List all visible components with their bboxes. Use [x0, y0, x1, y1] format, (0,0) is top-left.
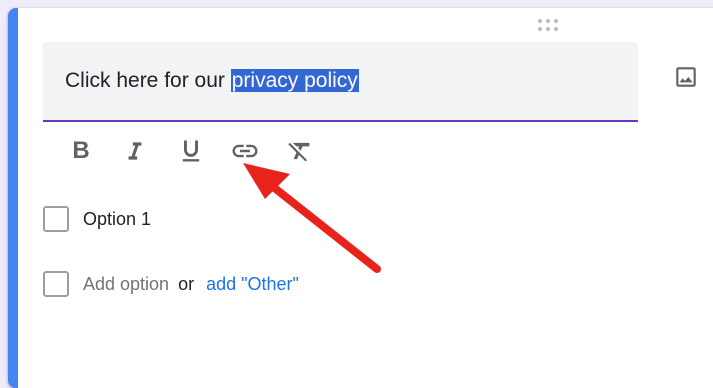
clear-formatting-button[interactable]: [282, 133, 318, 169]
bold-icon: B: [72, 137, 90, 164]
question-text-plain: Click here for our: [65, 69, 231, 92]
option-label[interactable]: Option 1: [83, 209, 151, 230]
add-image-button[interactable]: [671, 62, 701, 92]
add-option-checkbox: [43, 271, 69, 297]
underline-icon: [182, 140, 200, 162]
underline-button[interactable]: [173, 133, 209, 169]
question-text[interactable]: Click here for our privacy policy: [65, 67, 359, 95]
image-icon: [676, 67, 696, 87]
question-card[interactable]: Click here for our privacy policy B Opti…: [8, 8, 713, 388]
drag-handle-icon[interactable]: [537, 18, 559, 32]
link-icon: [232, 144, 258, 158]
insert-link-button[interactable]: [227, 133, 263, 169]
italic-button[interactable]: [117, 133, 153, 169]
italic-icon: [128, 142, 142, 160]
bold-button[interactable]: B: [63, 133, 99, 169]
add-other-link[interactable]: add "Other": [206, 274, 299, 295]
clear-formatting-icon: [288, 142, 310, 162]
or-text: or: [178, 273, 195, 294]
option-row: Option 1: [43, 206, 151, 232]
add-option-input[interactable]: Add option: [83, 274, 169, 295]
question-text-field[interactable]: Click here for our privacy policy: [43, 42, 638, 122]
option-checkbox[interactable]: [43, 206, 69, 232]
add-option-row: Add option or add "Other": [43, 271, 299, 297]
question-text-selection[interactable]: privacy policy: [230, 69, 359, 92]
